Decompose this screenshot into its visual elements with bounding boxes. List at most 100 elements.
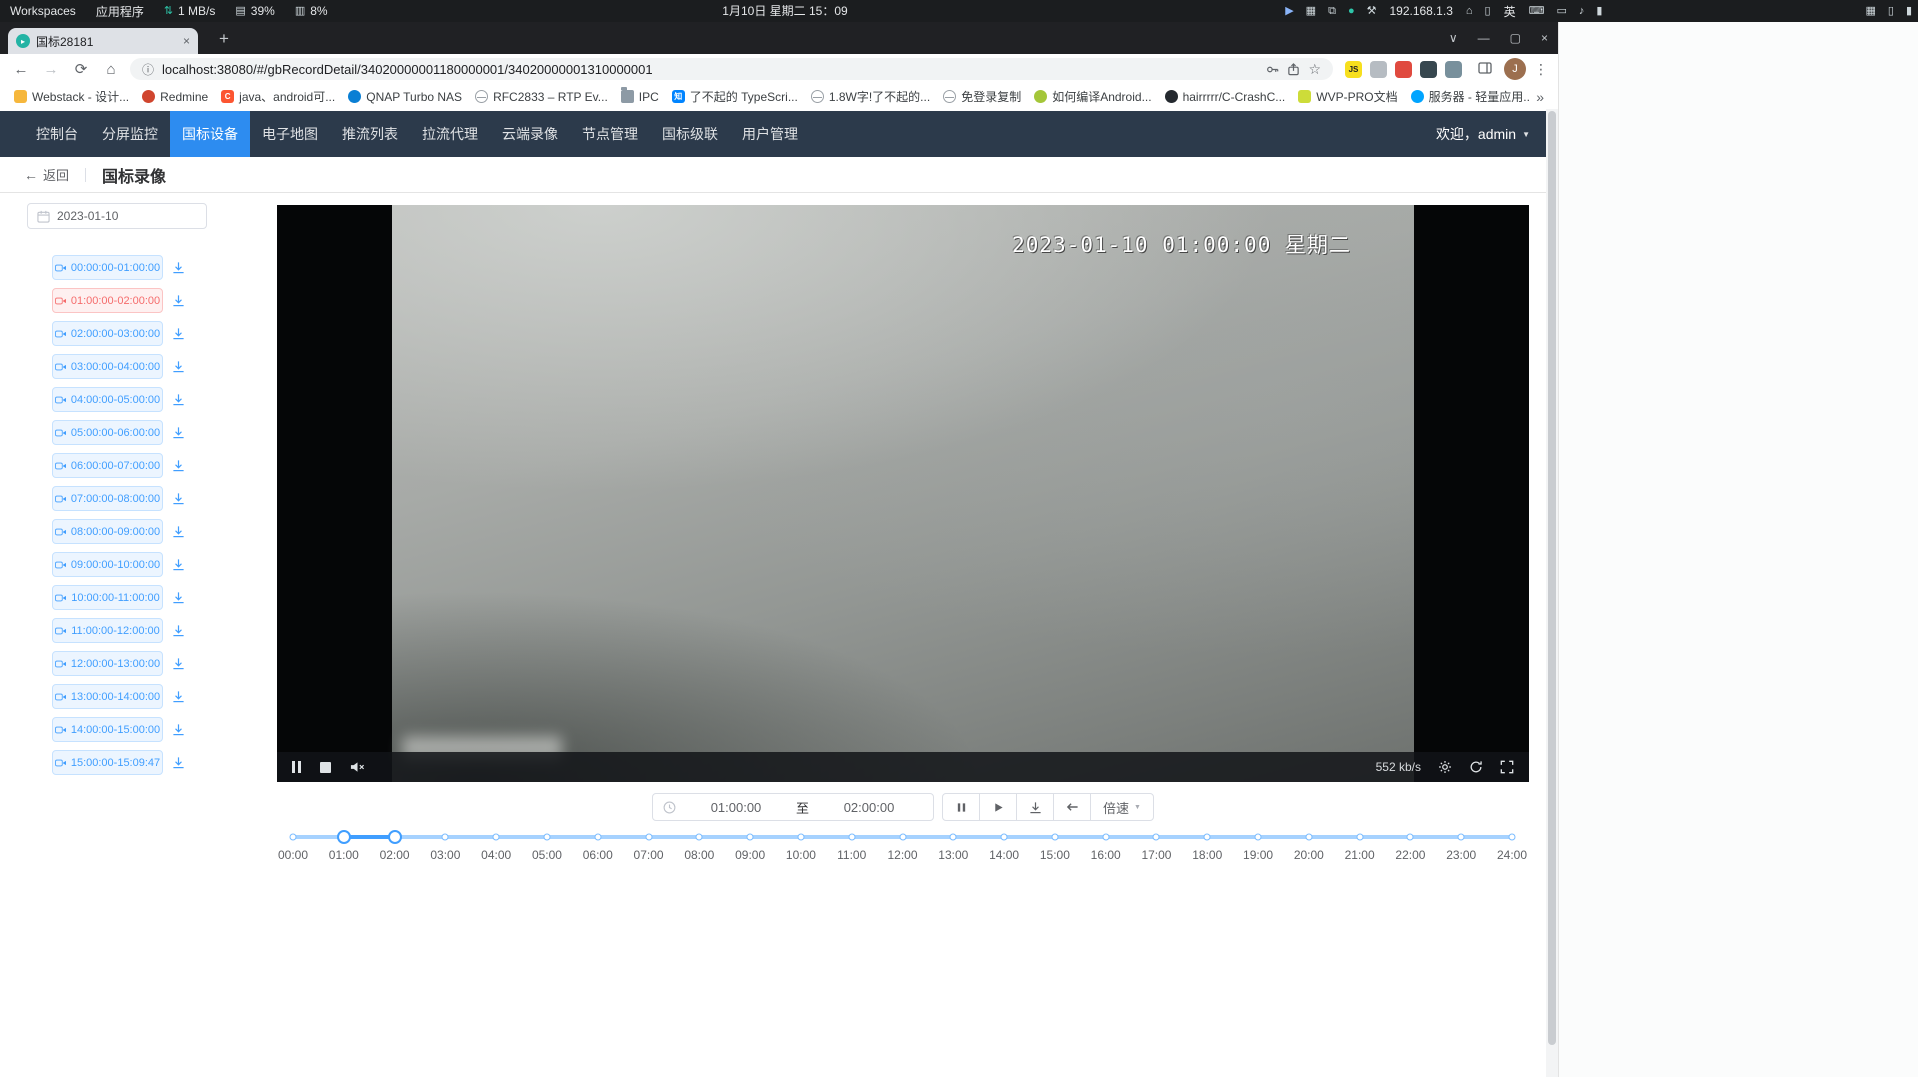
browser-menu-icon[interactable]: ⋮ <box>1534 62 1548 76</box>
window-minimize-button[interactable]: — <box>1478 31 1490 45</box>
bookmark-item[interactable]: IPC <box>615 88 665 106</box>
segment-download-icon[interactable] <box>172 492 185 505</box>
language-indicator[interactable]: 英 <box>1504 3 1516 20</box>
extension-red[interactable] <box>1395 61 1412 78</box>
segment-button[interactable]: 11:00:00-12:00:00 <box>52 618 163 643</box>
status-dot-icon[interactable]: ● <box>1348 6 1355 17</box>
new-tab-button[interactable]: + <box>212 27 236 51</box>
password-key-icon[interactable] <box>1266 63 1279 76</box>
home-button[interactable]: ⌂ <box>100 62 122 77</box>
extension-dark[interactable] <box>1420 61 1437 78</box>
bookmark-item[interactable]: hairrrrr/C-CrashC... <box>1159 88 1292 106</box>
profile-avatar[interactable]: J <box>1504 58 1526 80</box>
clock[interactable]: 1月10日 星期二 15：09 <box>722 0 847 22</box>
segment-button[interactable]: 07:00:00-08:00:00 <box>52 486 163 511</box>
address-bar[interactable]: ⓘ localhost:38080/#/gbRecordDetail/34020… <box>130 58 1333 80</box>
bookmark-star-icon[interactable]: ☆ <box>1308 61 1321 78</box>
segment-button[interactable]: 10:00:00-11:00:00 <box>52 585 163 610</box>
app-grid-icon[interactable]: ▦ <box>1865 6 1875 17</box>
scrollbar-thumb[interactable] <box>1548 111 1556 1045</box>
segment-download-icon[interactable] <box>172 723 185 736</box>
bookmark-item[interactable]: 免登录复制 <box>937 86 1027 107</box>
battery-indicator-1[interactable]: ▤ 39% <box>235 4 274 18</box>
segment-download-icon[interactable] <box>172 360 185 373</box>
time-range-input[interactable]: 01:00:00 至 02:00:00 <box>652 793 934 821</box>
segment-button[interactable]: 05:00:00-06:00:00 <box>52 420 163 445</box>
keyboard-icon[interactable]: ⌨ <box>1529 6 1545 17</box>
play-button[interactable] <box>979 793 1017 821</box>
tab-close-icon[interactable]: × <box>183 34 190 48</box>
back-link[interactable]: ← 返回 <box>24 165 69 184</box>
player-pause-icon[interactable] <box>292 761 301 773</box>
date-picker-input[interactable]: 2023-01-10 <box>27 203 207 229</box>
url-text[interactable]: localhost:38080/#/gbRecordDetail/3402000… <box>162 62 1258 77</box>
end-time-value[interactable]: 02:00:00 <box>815 800 923 815</box>
net-speed-indicator[interactable]: ⇅ 1 MB/s <box>164 4 216 18</box>
bookmark-item[interactable]: Cjava、android可... <box>215 86 341 107</box>
player-fullscreen-icon[interactable] <box>1500 760 1514 774</box>
segment-download-icon[interactable] <box>172 459 185 472</box>
battery-icon[interactable]: ▮ <box>1596 6 1602 17</box>
segment-button[interactable]: 06:00:00-07:00:00 <box>52 453 163 478</box>
bookmark-item[interactable]: WVP-PRO文档 <box>1292 86 1403 107</box>
segment-button[interactable]: 08:00:00-09:00:00 <box>52 519 163 544</box>
segment-button[interactable]: 13:00:00-14:00:00 <box>52 684 163 709</box>
segment-download-icon[interactable] <box>172 558 185 571</box>
segment-download-icon[interactable] <box>172 690 185 703</box>
battery-full-icon[interactable]: ▮ <box>1906 6 1912 17</box>
window-maximize-button[interactable]: ▢ <box>1510 31 1521 45</box>
segment-button[interactable]: 03:00:00-04:00:00 <box>52 354 163 379</box>
phone-icon[interactable]: ▯ <box>1888 6 1894 17</box>
bookmark-item[interactable]: 知了不起的 TypeScri... <box>666 86 804 107</box>
segment-download-icon[interactable] <box>172 624 185 637</box>
extension-puzzle[interactable] <box>1445 61 1462 78</box>
player-stop-icon[interactable] <box>320 762 331 773</box>
segment-download-icon[interactable] <box>172 657 185 670</box>
extension-gray[interactable] <box>1370 61 1387 78</box>
battery-indicator-2[interactable]: ▥ 8% <box>295 4 328 18</box>
calculator-icon[interactable]: ▦ <box>1306 6 1316 17</box>
applications-button[interactable]: 应用程序 <box>96 3 144 20</box>
segment-button[interactable]: 01:00:00-02:00:00 <box>52 288 163 313</box>
segment-button[interactable]: 09:00:00-10:00:00 <box>52 552 163 577</box>
segment-download-icon[interactable] <box>172 756 185 769</box>
bookmark-item[interactable]: Redmine <box>136 88 214 106</box>
timeline-handle-end[interactable] <box>388 830 402 844</box>
rewind-button[interactable] <box>1053 793 1091 821</box>
video-player[interactable]: 2023-01-10 01:00:00 星期二 552 kb/s <box>277 205 1529 782</box>
user-menu[interactable]: 欢迎，admin ▼ <box>1436 111 1530 157</box>
clipboard-icon[interactable]: ⧉ <box>1328 6 1336 17</box>
extension-js[interactable]: JS <box>1345 61 1362 78</box>
share-icon[interactable] <box>1287 63 1300 76</box>
segment-button[interactable]: 14:00:00-15:00:00 <box>52 717 163 742</box>
segment-button[interactable]: 04:00:00-05:00:00 <box>52 387 163 412</box>
bookmarks-overflow-icon[interactable]: » <box>1530 89 1550 105</box>
home-icon[interactable]: ⌂ <box>1466 6 1473 17</box>
download-button[interactable] <box>1016 793 1054 821</box>
segment-button[interactable]: 02:00:00-03:00:00 <box>52 321 163 346</box>
browser-tab[interactable]: ▸ 国标28181 × <box>8 28 198 54</box>
nav-item-7[interactable]: 云端录像 <box>490 111 570 157</box>
segment-button[interactable]: 12:00:00-13:00:00 <box>52 651 163 676</box>
nav-item-8[interactable]: 节点管理 <box>570 111 650 157</box>
player-mute-icon[interactable] <box>350 761 365 773</box>
tab-search-icon[interactable]: ∨ <box>1449 31 1458 45</box>
segment-download-icon[interactable] <box>172 294 185 307</box>
segment-button[interactable]: 15:00:00-15:09:47 <box>52 750 163 775</box>
nav-item-9[interactable]: 国标级联 <box>650 111 730 157</box>
nav-item-4[interactable]: 电子地图 <box>250 111 330 157</box>
player-settings-icon[interactable] <box>1438 760 1452 774</box>
media-play-icon[interactable]: ▶ <box>1285 6 1293 17</box>
segment-download-icon[interactable] <box>172 327 185 340</box>
forward-button[interactable]: → <box>40 62 62 77</box>
bookmark-item[interactable]: 如何编译Android... <box>1028 86 1157 107</box>
back-button[interactable]: ← <box>10 62 32 77</box>
split-view-icon[interactable] <box>1474 62 1496 77</box>
nav-item-1[interactable]: 控制台 <box>24 111 90 157</box>
segment-download-icon[interactable] <box>172 591 185 604</box>
segment-download-icon[interactable] <box>172 393 185 406</box>
tablet-icon[interactable]: ▯ <box>1485 6 1491 17</box>
display-icon[interactable]: ▭ <box>1557 6 1567 17</box>
tools-icon[interactable]: ⚒ <box>1367 6 1377 17</box>
nav-item-6[interactable]: 拉流代理 <box>410 111 490 157</box>
